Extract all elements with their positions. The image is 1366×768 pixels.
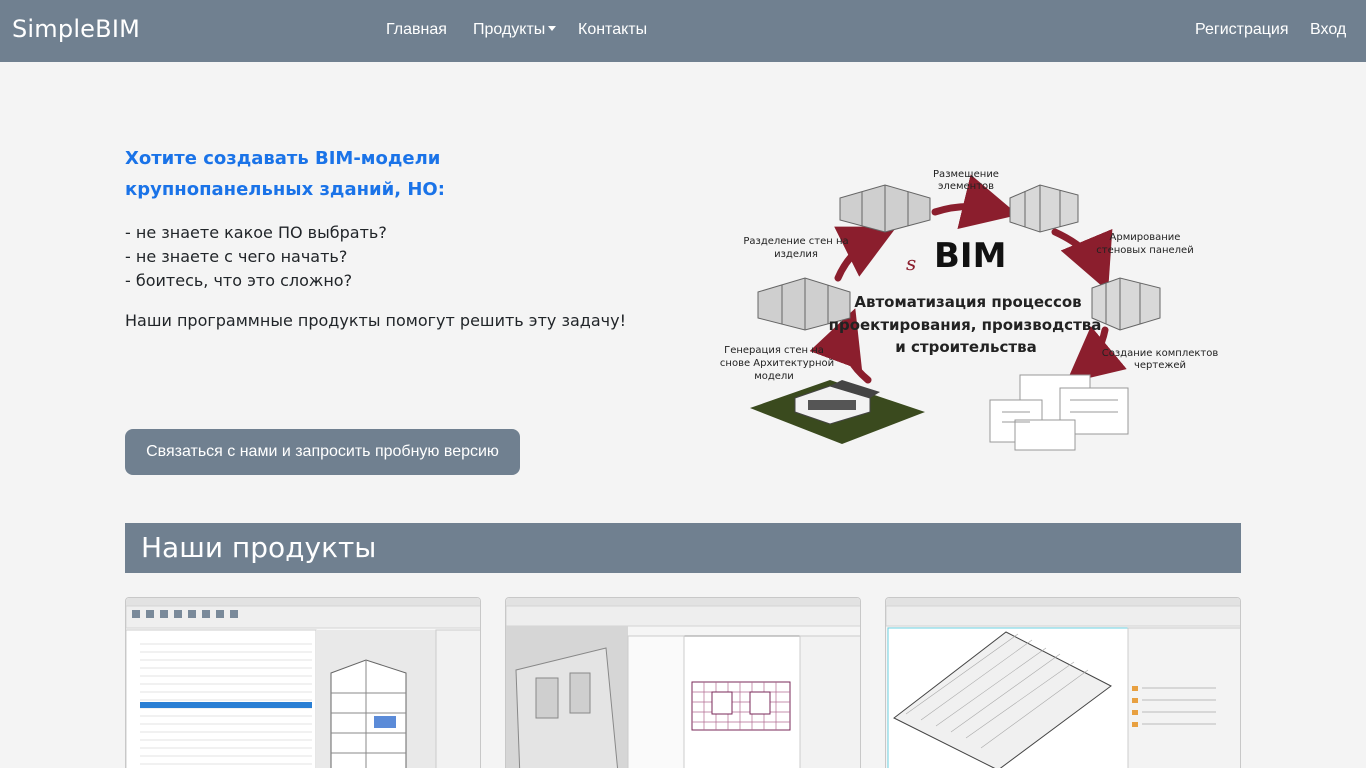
- sbim-logo: s BIM: [906, 236, 1006, 276]
- label-generation: Генерация стен на: [724, 345, 824, 356]
- label-generation: модели: [754, 371, 794, 382]
- label-drawings: Создание комплектов: [1102, 348, 1219, 359]
- label-drawings: чертежей: [1134, 360, 1186, 371]
- nav-link-login[interactable]: Вход: [1310, 21, 1346, 39]
- center-line: и строительства: [895, 338, 1036, 356]
- product-card-1[interactable]: [125, 597, 481, 768]
- center-line: Автоматизация процессов: [854, 293, 1081, 311]
- hero-question: - боитесь, что это сложно?: [125, 271, 353, 290]
- label-reinforcement: стеновых панелей: [1096, 245, 1193, 256]
- hero-question-list: - не знаете какое ПО выбрать? - не знает…: [125, 221, 387, 293]
- navbar: SimpleBIM Главная Продукты Контакты Реги…: [0, 0, 1366, 62]
- label-reinforcement: Армирование: [1110, 232, 1181, 243]
- nav-link-home[interactable]: Главная: [386, 21, 447, 39]
- caret-down-icon: [548, 26, 557, 31]
- products-heading: Наши продукты: [141, 531, 377, 564]
- label-division: изделия: [774, 249, 818, 260]
- hero-tagline: Наши программные продукты помогут решить…: [125, 311, 626, 330]
- bim-cycle-graphic: s BIM Автоматизация процессов проектиров…: [720, 169, 1219, 451]
- products-section-header: Наши продукты: [125, 523, 1241, 573]
- product-screenshot-floor-slab: [886, 598, 1240, 768]
- label-placement: Размещение: [933, 169, 999, 180]
- drawing-sheets: [989, 374, 1129, 451]
- logo-text: BIM: [934, 236, 1006, 276]
- hero-question: - не знаете какое ПО выбрать?: [125, 223, 387, 242]
- bim-process-diagram: s BIM Автоматизация процессов проектиров…: [720, 160, 1220, 460]
- label-division: Разделение стен на: [743, 236, 848, 247]
- product-card-2[interactable]: [505, 597, 861, 768]
- product-card-3[interactable]: [885, 597, 1241, 768]
- architectural-model: [750, 380, 925, 444]
- building-top-right: [1009, 184, 1079, 233]
- brand-logo[interactable]: SimpleBIM: [12, 15, 140, 43]
- nav-dropdown-products[interactable]: Продукты: [473, 21, 557, 39]
- building-top-left: [839, 184, 931, 233]
- nav-products-label: Продукты: [473, 21, 546, 38]
- nav-link-contacts[interactable]: Контакты: [578, 21, 647, 39]
- hero-question: - не знаете с чего начать?: [125, 247, 348, 266]
- nav-link-register[interactable]: Регистрация: [1195, 21, 1289, 39]
- request-trial-button[interactable]: Связаться с нами и запросить пробную вер…: [125, 429, 520, 475]
- product-screenshot-table-model: [126, 598, 480, 768]
- center-line: проектирования, производства: [829, 316, 1102, 334]
- hero-title: Хотите создавать BIM-модели крупнопанель…: [125, 148, 445, 200]
- building-right: [1091, 277, 1161, 331]
- label-placement: элементов: [938, 181, 994, 192]
- logo-prefix: s: [906, 251, 916, 275]
- label-generation: основе Архитектурной: [720, 358, 834, 369]
- product-screenshot-wall-panel: [506, 598, 860, 768]
